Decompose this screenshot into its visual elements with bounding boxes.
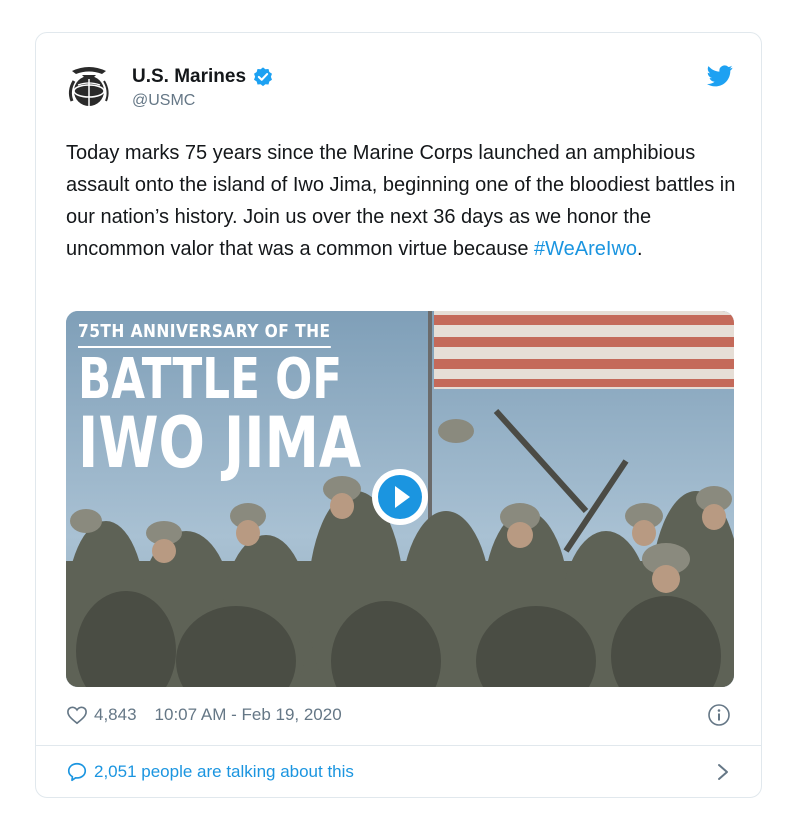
- footer-divider: [36, 745, 761, 746]
- tweet-text: Today marks 75 years since the Marine Co…: [66, 137, 736, 265]
- display-name[interactable]: U.S. Marines: [132, 66, 246, 88]
- author-names: U.S. Marines @USMC: [132, 66, 274, 110]
- video-overlay-title: 75TH ANNIVERSARY OF THE BATTLE OF IWO JI…: [78, 321, 441, 478]
- play-icon[interactable]: [370, 467, 430, 527]
- talking-count: 2,051 people are talking about this: [94, 762, 354, 781]
- author-handle[interactable]: @USMC: [132, 92, 274, 110]
- chevron-right-icon[interactable]: [717, 763, 729, 781]
- tweet-card[interactable]: U.S. Marines @USMC Today marks 75 years …: [35, 32, 762, 798]
- comment-icon: [67, 762, 87, 782]
- video-thumbnail[interactable]: 75TH ANNIVERSARY OF THE BATTLE OF IWO JI…: [66, 311, 734, 687]
- usmc-emblem-icon[interactable]: [64, 61, 114, 111]
- tweet-timestamp[interactable]: 10:07 AM - Feb 19, 2020: [155, 705, 342, 725]
- info-icon[interactable]: [707, 703, 731, 727]
- overlay-line1: BATTLE OF: [78, 347, 343, 412]
- verified-badge-icon: [254, 67, 273, 87]
- conversation-link[interactable]: 2,051 people are talking about this: [66, 757, 731, 787]
- hashtag-link[interactable]: #WeAreIwo: [534, 238, 637, 260]
- display-name-row: U.S. Marines: [132, 66, 274, 88]
- overlay-subtitle: 75TH ANNIVERSARY OF THE: [78, 321, 331, 348]
- twitter-bird-icon[interactable]: [707, 65, 733, 87]
- tweet-meta: 4,843 10:07 AM - Feb 19, 2020: [66, 701, 731, 729]
- overlay-line2: IWO JIMA: [78, 402, 362, 484]
- tweet-header: U.S. Marines @USMC: [64, 61, 733, 121]
- heart-icon[interactable]: [66, 705, 88, 725]
- tweet-trailing: .: [637, 238, 643, 260]
- like-count[interactable]: 4,843: [94, 705, 137, 725]
